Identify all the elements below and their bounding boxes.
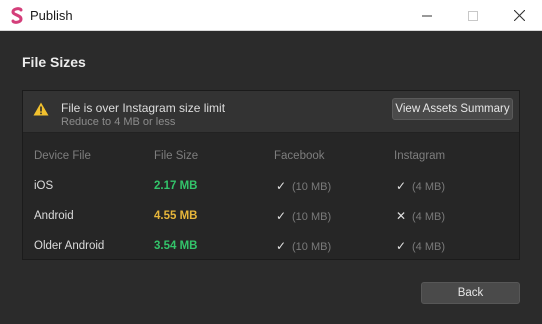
close-button[interactable]	[496, 0, 542, 31]
check-icon: ✓	[275, 239, 287, 253]
instagram-limit: (4 MB)	[412, 211, 445, 223]
device-name: iOS	[34, 180, 54, 192]
title-bar: Publish	[0, 0, 542, 31]
column-header-instagram: Instagram	[394, 150, 446, 162]
instagram-limit: (4 MB)	[412, 181, 445, 193]
back-button[interactable]: Back	[421, 282, 520, 304]
column-header-facebook: Facebook	[274, 150, 325, 162]
dialog-content: File Sizes File is over Instagram size l…	[0, 31, 542, 324]
view-assets-summary-button[interactable]: View Assets Summary	[392, 98, 513, 120]
file-size-value: 3.54 MB	[154, 240, 198, 252]
facebook-status: ✓ (10 MB)	[274, 209, 331, 223]
close-icon	[513, 10, 525, 21]
facebook-status: ✓ (10 MB)	[274, 179, 331, 193]
check-icon: ✓	[275, 209, 287, 223]
facebook-status: ✓ (10 MB)	[274, 239, 331, 253]
column-header-file-size: File Size	[154, 150, 199, 162]
size-warning: File is over Instagram size limit Reduce…	[23, 91, 519, 133]
minimize-button[interactable]	[404, 0, 450, 31]
instagram-status: ✓ (4 MB)	[394, 179, 445, 193]
device-name: Android	[34, 210, 74, 222]
column-header-device: Device File	[34, 150, 91, 162]
file-size-value: 4.55 MB	[154, 210, 198, 222]
facebook-limit: (10 MB)	[292, 241, 332, 253]
minimize-icon	[422, 15, 432, 16]
warning-title: File is over Instagram size limit	[61, 101, 226, 115]
page-title: File Sizes	[22, 54, 86, 70]
check-icon: ✓	[395, 239, 407, 253]
warning-icon	[33, 102, 49, 116]
cross-icon: ✕	[395, 209, 407, 223]
app-logo-icon	[11, 7, 23, 24]
check-icon: ✓	[395, 179, 407, 193]
file-sizes-panel: File is over Instagram size limit Reduce…	[22, 90, 520, 260]
facebook-limit: (10 MB)	[292, 181, 332, 193]
instagram-limit: (4 MB)	[412, 241, 445, 253]
device-name: Older Android	[34, 240, 105, 252]
instagram-status: ✓ (4 MB)	[394, 239, 445, 253]
facebook-limit: (10 MB)	[292, 211, 332, 223]
file-size-value: 2.17 MB	[154, 180, 198, 192]
warning-subtitle: Reduce to 4 MB or less	[61, 116, 176, 128]
check-icon: ✓	[275, 179, 287, 193]
instagram-status: ✕ (4 MB)	[394, 209, 445, 223]
window-title: Publish	[30, 8, 73, 23]
maximize-button[interactable]	[450, 0, 496, 31]
maximize-icon	[468, 10, 478, 21]
